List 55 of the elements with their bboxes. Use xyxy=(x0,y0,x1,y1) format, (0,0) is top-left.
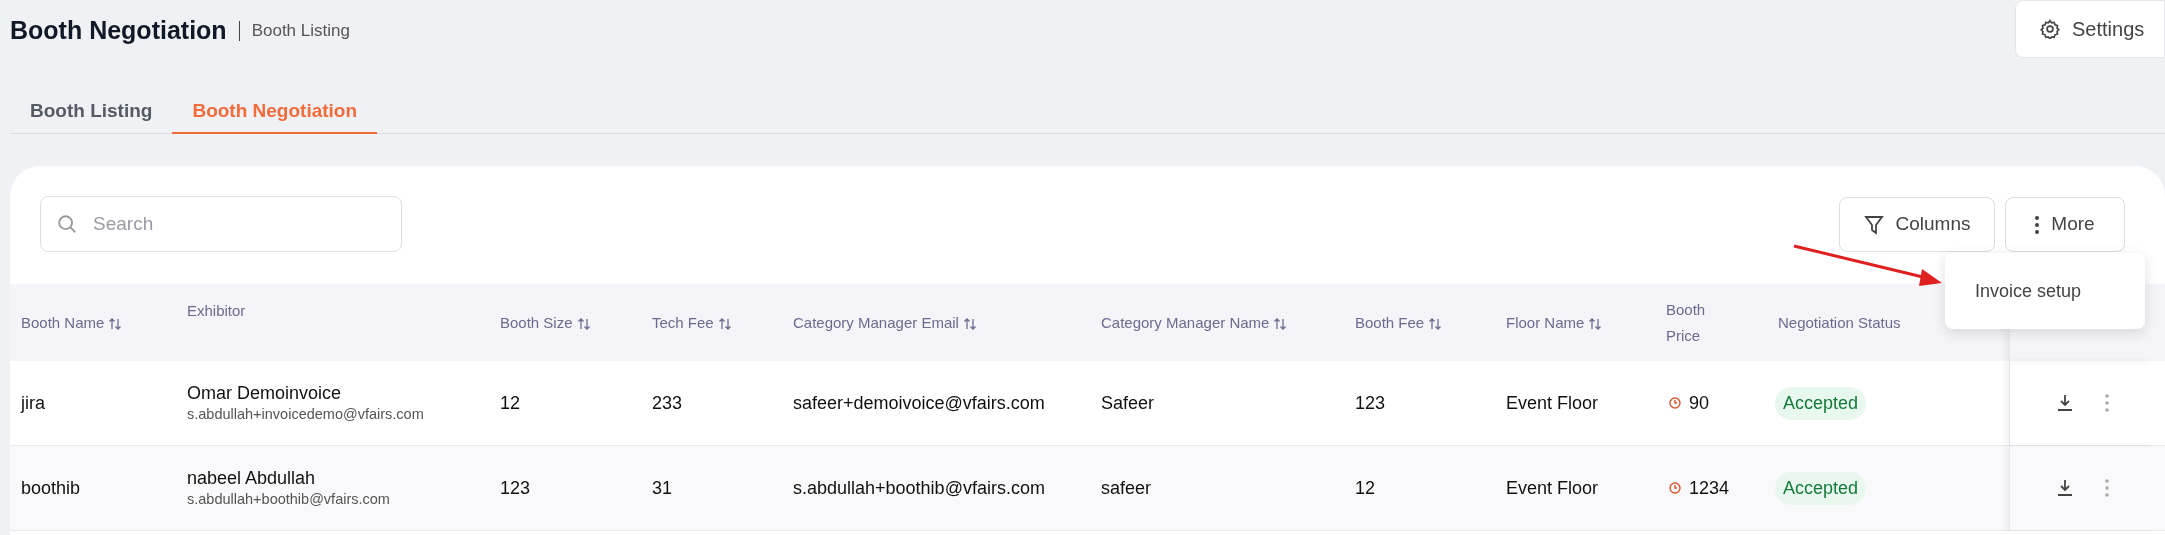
column-header: Floor Name xyxy=(1506,313,1585,331)
column-header: Tech Fee xyxy=(652,313,714,331)
settings-icon xyxy=(2040,19,2060,39)
table-cell-text: 90 xyxy=(1689,391,1710,415)
menu-item[interactable]: Invoice setup xyxy=(1945,277,2082,305)
column-header: Booth Fee xyxy=(1355,313,1425,331)
exhibitor-email: s.abdullah+boothib@vfairs.com xyxy=(187,490,391,509)
exhibitor-name: Omar Demoinvoice xyxy=(187,382,343,404)
clock-icon xyxy=(1669,482,1681,494)
more-button[interactable]: More xyxy=(2005,197,2125,252)
table-cell: 31 xyxy=(652,477,673,498)
table-cell: safeer xyxy=(1101,477,1152,498)
search-icon xyxy=(56,213,78,235)
column-header: Category Manager Email xyxy=(793,313,959,331)
clock-icon xyxy=(1669,397,1681,409)
table-cell: 233 xyxy=(652,392,683,413)
table-cell: s.abdullah+boothib@vfairs.com xyxy=(793,477,1045,498)
table-cell: 123 xyxy=(500,477,531,498)
column-header: Negotiation Status xyxy=(1778,313,1901,331)
column-header: Exhibitor xyxy=(187,302,246,319)
table-cell: 123 xyxy=(1355,392,1386,413)
table-cell: jira xyxy=(21,392,45,413)
tab[interactable]: Booth Listing xyxy=(10,91,173,134)
settings-button[interactable]: Settings xyxy=(2015,0,2165,58)
column-header: Booth Size xyxy=(500,313,573,331)
table-cell: safeer+demoivoice@vfairs.com xyxy=(793,392,1045,413)
sort-icon[interactable] xyxy=(1273,316,1288,331)
search-field[interactable]: Search xyxy=(40,196,402,252)
table-cell-text: 1234 xyxy=(1689,476,1730,500)
columns-button[interactable]: Columns xyxy=(1839,197,1995,252)
kebab-icon xyxy=(2035,215,2040,234)
table-cell: 12 xyxy=(1355,477,1376,498)
sort-icon[interactable] xyxy=(108,316,123,331)
sort-icon[interactable] xyxy=(576,316,591,331)
table-cell: 12 xyxy=(500,392,521,413)
table-cell: Event Floor xyxy=(1506,477,1599,498)
status-badge: Accepted xyxy=(1775,386,1867,420)
column-header: Category Manager Name xyxy=(1101,313,1270,331)
table-cell: Event Floor xyxy=(1506,392,1599,413)
column-header: Booth Name xyxy=(21,313,105,331)
page-title: Booth Negotiation xyxy=(10,15,227,46)
download-icon[interactable] xyxy=(2055,478,2075,498)
table-cell: boothib xyxy=(21,477,81,498)
column-header: Booth Price xyxy=(1666,299,1707,346)
exhibitor-name: nabeel Abdullah xyxy=(187,467,317,489)
filter-icon xyxy=(1863,213,1884,236)
download-icon[interactable] xyxy=(2055,393,2075,413)
sort-icon[interactable] xyxy=(717,316,732,331)
status-badge: Accepted xyxy=(1775,471,1867,505)
breadcrumb-link[interactable]: Booth Listing xyxy=(251,18,350,44)
exhibitor-email: s.abdullah+invoicedemo@vfairs.com xyxy=(187,405,425,424)
table-cell: Safeer xyxy=(1101,392,1155,413)
sort-icon[interactable] xyxy=(962,316,977,331)
sort-icon[interactable] xyxy=(1428,316,1443,331)
sort-icon[interactable] xyxy=(1588,316,1603,331)
